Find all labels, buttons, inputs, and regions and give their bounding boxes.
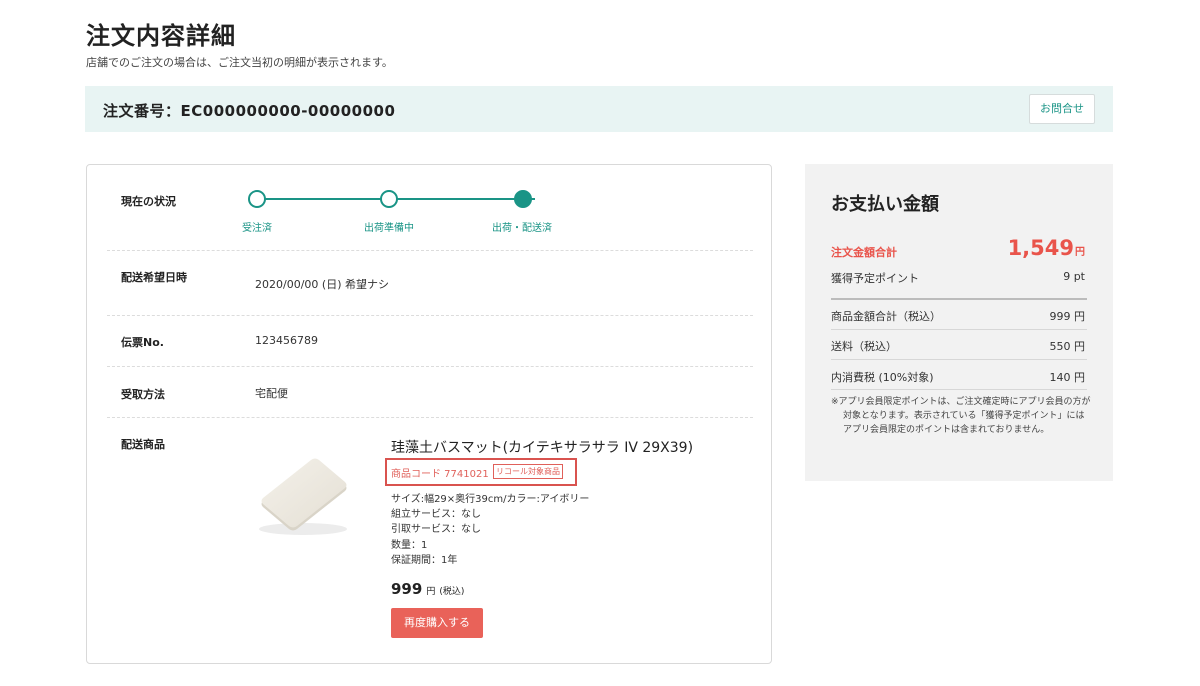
product-code-highlight: 商品コード 7741021 リコール対象商品 <box>385 458 577 486</box>
divider <box>107 417 753 418</box>
divider <box>831 298 1087 300</box>
divider <box>107 250 753 251</box>
product-section-label: 配送商品 <box>121 438 165 451</box>
order-number: 注文番号：EC000000000-00000000 <box>103 102 396 120</box>
receive-method-label: 受取方法 <box>121 388 165 401</box>
order-details-card: 現在の状況 受注済 出荷準備中 出荷・配送済 配送希望日時 2020/00/00… <box>86 164 772 664</box>
product-name[interactable]: 珪藻土バスマット(カイテキサラサラ IV 29X39) <box>391 437 693 457</box>
step-shipped-icon <box>514 190 532 208</box>
step-shipped-label: 出荷・配送済 <box>492 223 552 234</box>
status-progress-line <box>263 198 535 200</box>
slip-value: 123456789 <box>255 334 318 347</box>
points-label: 獲得予定ポイント <box>831 272 919 285</box>
shipping-value: 550 円 <box>1049 340 1086 353</box>
product-price-unit: 円 <box>426 587 436 597</box>
points-value: 9 pt <box>1063 270 1085 283</box>
divider <box>831 329 1087 330</box>
subtotal-label: 商品金額合計（税込） <box>831 310 941 323</box>
recall-badge: リコール対象商品 <box>493 464 563 479</box>
divider <box>831 389 1087 390</box>
shipping-label: 送料（税込） <box>831 340 897 353</box>
divider <box>107 315 753 316</box>
divider <box>831 359 1087 360</box>
order-total-label: 注文金額合計 <box>831 246 897 259</box>
points-note: ※アプリ会員限定ポイントは、ご注文確定時にアプリ会員の方が対象となります。表示さ… <box>831 397 1091 435</box>
product-spec-size: サイズ:幅29×奥行39cm/カラー:アイボリー <box>391 494 590 505</box>
product-spec-warranty: 保証期間：1年 <box>391 555 458 566</box>
step-preparing-icon <box>380 190 398 208</box>
status-stepper: 受注済 出荷準備中 出荷・配送済 <box>242 189 575 239</box>
delivery-date-label: 配送希望日時 <box>121 271 187 284</box>
product-spec-quantity: 数量：1 <box>391 540 428 551</box>
product-image <box>259 458 347 535</box>
payment-title: お支払い金額 <box>831 194 939 215</box>
product-price: 999 円 (税込) <box>391 579 464 598</box>
order-total: 1,549円 <box>1008 236 1085 260</box>
order-total-value: 1,549 <box>1007 236 1074 260</box>
order-total-unit: 円 <box>1075 247 1085 258</box>
product-spec-pickup: 引取サービス：なし <box>391 524 481 535</box>
product-price-tax: (税込) <box>439 587 465 597</box>
inquiry-button[interactable]: お問合せ <box>1029 94 1095 124</box>
divider <box>107 366 753 367</box>
tax-value: 140 円 <box>1049 371 1086 384</box>
page-subtitle: 店舗でのご注文の場合は、ご注文当初の明細が表示されます。 <box>86 56 393 69</box>
order-number-bar: 注文番号：EC000000000-00000000 お問合せ <box>85 86 1113 132</box>
rebuy-button[interactable]: 再度購入する <box>391 608 483 638</box>
step-ordered-label: 受注済 <box>242 223 272 234</box>
step-ordered-icon <box>248 190 266 208</box>
step-preparing-label: 出荷準備中 <box>364 223 414 234</box>
subtotal-value: 999 円 <box>1049 310 1086 323</box>
product-price-value: 999 <box>391 580 423 598</box>
payment-summary-card: お支払い金額 注文金額合計 1,549円 獲得予定ポイント 9 pt 商品金額合… <box>805 164 1113 481</box>
page-title: 注文内容詳細 <box>86 22 236 50</box>
product-code: 商品コード 7741021 <box>391 469 489 480</box>
receive-method-value: 宅配便 <box>255 387 288 400</box>
status-label: 現在の状況 <box>121 195 176 208</box>
slip-label: 伝票No. <box>121 336 164 349</box>
delivery-date-value: 2020/00/00 (日) 希望ナシ <box>255 278 389 291</box>
product-spec-assembly: 組立サービス：なし <box>391 509 481 520</box>
tax-label: 内消費税 (10%対象) <box>831 371 934 384</box>
